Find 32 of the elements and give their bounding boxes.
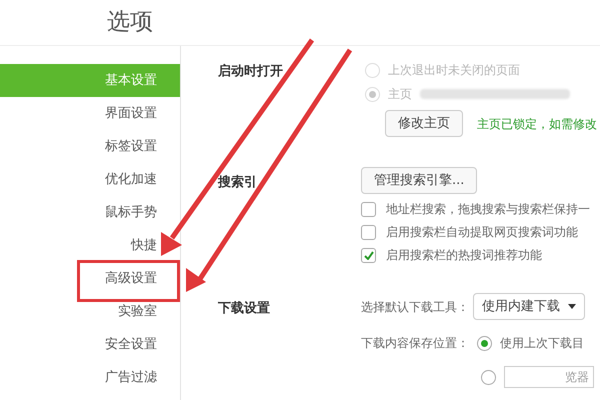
locked-notice: 主页已锁定，如需修改	[477, 116, 597, 132]
sidebar-item[interactable]: 实验室	[0, 295, 180, 328]
section-label: 启动时打开	[218, 62, 284, 81]
dropdown-arrow-icon	[568, 304, 576, 309]
page-title: 选项	[107, 8, 153, 38]
sidebar-item[interactable]: 高级设置	[0, 262, 180, 295]
checkbox-label: 启用搜索栏的热搜词推荐功能	[386, 247, 542, 264]
sidebar-item[interactable]: 界面设置	[0, 97, 180, 130]
sidebar-item[interactable]: 安全设置	[0, 328, 180, 361]
checkbox[interactable]	[361, 202, 376, 216]
checkbox[interactable]	[361, 248, 376, 262]
field-label: 下载内容保存位置：	[361, 335, 469, 352]
sidebar-item[interactable]: 鼠标手势	[0, 196, 180, 229]
radio-label: 上次退出时未关闭的页面	[388, 62, 520, 79]
checkbox-label: 地址栏搜索，拖拽搜索与搜索栏保持一	[386, 201, 590, 218]
radio-label: 使用上次下载目	[500, 335, 584, 352]
sidebar-item[interactable]: 优化加速	[0, 163, 180, 196]
manage-search-engines-button[interactable]: 管理搜索引擎...	[361, 167, 478, 194]
radio-button[interactable]	[477, 336, 492, 350]
sidebar-item[interactable]: 标签设置	[0, 130, 180, 163]
download-tool-select[interactable]: 使用内建下载	[473, 293, 585, 320]
checkbox[interactable]	[361, 224, 376, 240]
radio-label: 主页	[388, 86, 412, 103]
sidebar-item[interactable]: 快捷	[0, 229, 180, 262]
field-label: 选择默认下载工具：	[361, 298, 469, 316]
checkbox-label: 启用搜索栏自动提取网页搜索词功能	[386, 224, 578, 241]
sidebar-item[interactable]: 广告过滤	[0, 361, 180, 394]
section-label: 下载设置	[218, 300, 271, 318]
section-label: 搜索引	[218, 174, 258, 192]
check-icon	[364, 250, 374, 260]
edit-homepage-button[interactable]: 修改主页	[385, 110, 463, 137]
radio-button[interactable]	[481, 370, 496, 384]
